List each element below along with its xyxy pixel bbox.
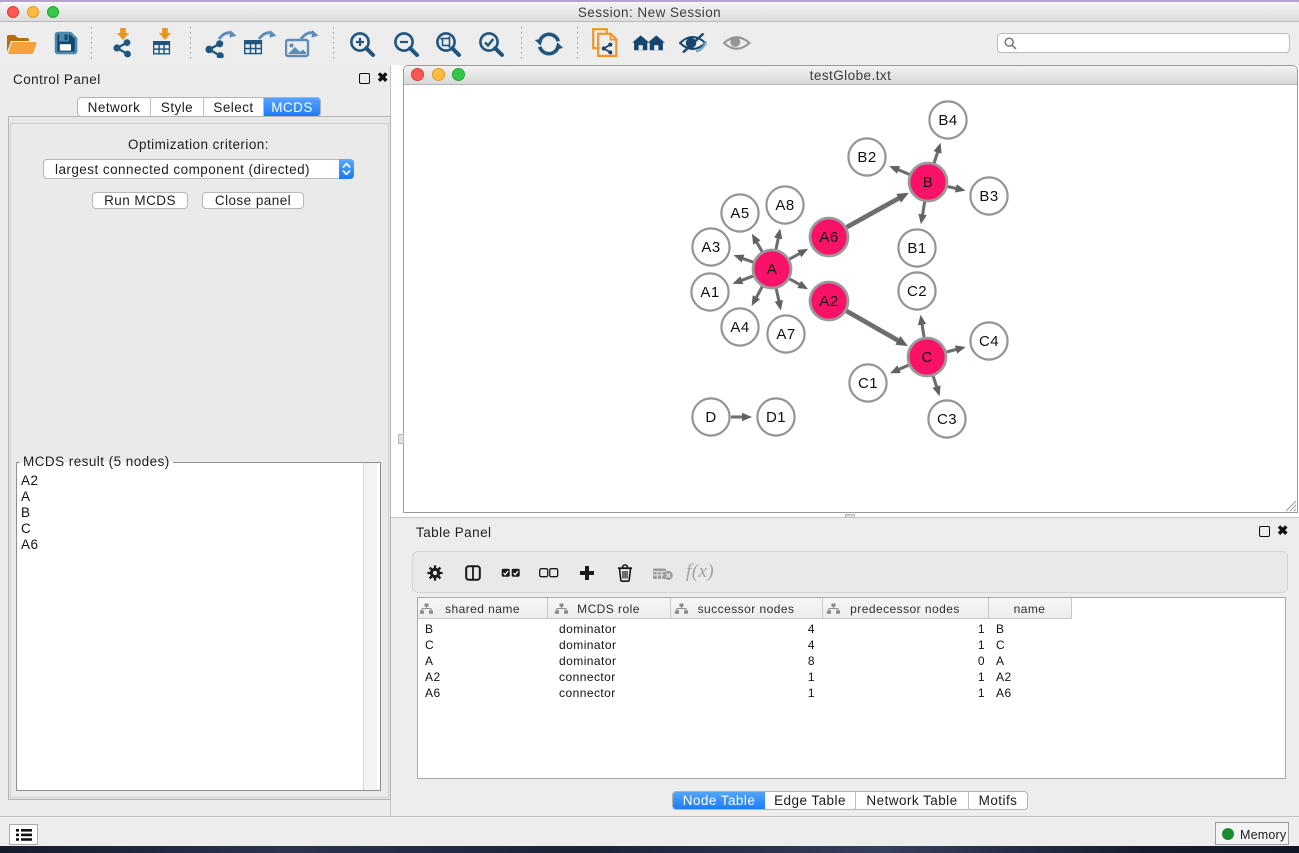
svg-text:B4: B4: [938, 112, 957, 129]
svg-text:C1: C1: [858, 375, 878, 392]
svg-text:A3: A3: [701, 239, 720, 256]
svg-text:A4: A4: [730, 319, 749, 336]
svg-text:A: A: [767, 261, 777, 278]
svg-text:A8: A8: [775, 197, 794, 214]
svg-text:A6: A6: [819, 229, 838, 246]
svg-text:C3: C3: [937, 411, 957, 428]
svg-text:B: B: [923, 174, 933, 191]
svg-text:B2: B2: [857, 149, 876, 166]
svg-text:D: D: [705, 409, 716, 426]
svg-text:A5: A5: [730, 205, 749, 222]
svg-text:A7: A7: [776, 326, 795, 343]
svg-text:C2: C2: [907, 283, 927, 300]
svg-text:C: C: [921, 349, 932, 366]
svg-text:B3: B3: [979, 188, 998, 205]
svg-text:A1: A1: [700, 284, 719, 301]
svg-text:B1: B1: [907, 240, 926, 257]
svg-text:A2: A2: [819, 293, 838, 310]
svg-text:C4: C4: [979, 333, 999, 350]
svg-text:D1: D1: [766, 409, 786, 426]
